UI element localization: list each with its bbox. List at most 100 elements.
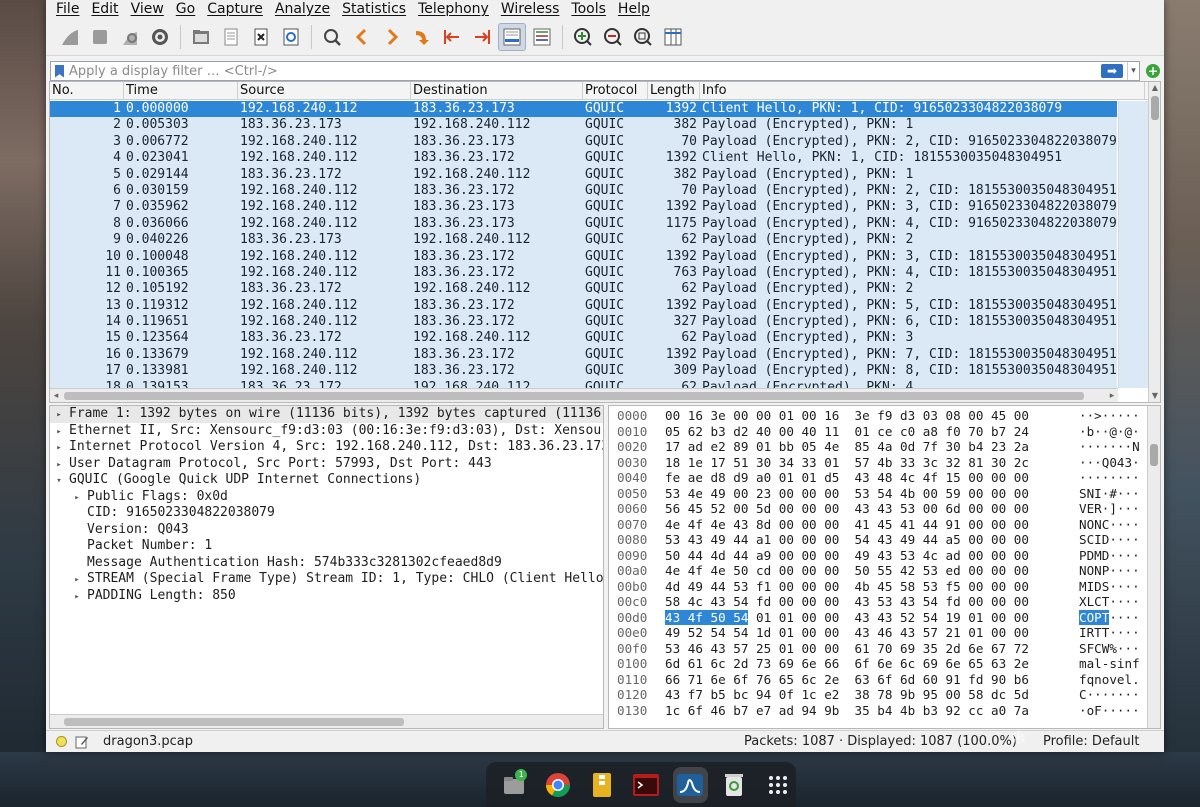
byte-hex[interactable]: 05 62 b3 d2 40 00 40 11 01 ce c0 a8 f0 7… (661, 424, 1079, 440)
forward-icon[interactable] (378, 23, 406, 51)
collapsed-arrow-icon[interactable]: ▸ (72, 589, 82, 606)
packet-row[interactable]: 17 0.133981 192.168.240.112 183.36.23.172 GQ… (50, 363, 1117, 380)
byte-ascii[interactable]: SCID···· (1079, 532, 1141, 548)
collapsed-arrow-icon[interactable]: ▸ (54, 407, 64, 424)
byte-ascii[interactable]: COPT···· (1079, 609, 1141, 626)
collapsed-arrow-icon[interactable]: ▸ (54, 440, 64, 457)
menu-go[interactable]: Go (176, 1, 195, 17)
display-filter-field[interactable]: ➡ ▾ (50, 61, 1140, 81)
packet-row[interactable]: 10 0.100048 192.168.240.112 183.36.23.172 GQ… (50, 248, 1117, 265)
byte-ascii[interactable]: ··>····· (1079, 408, 1141, 424)
menu-edit[interactable]: Edit (91, 1, 118, 17)
byte-ascii[interactable]: ·······N (1079, 439, 1141, 455)
byte-row[interactable]: 0010 05 62 b3 d2 40 00 40 11 01 ce c0 a8 … (609, 424, 1160, 440)
apply-filter-arrow-icon[interactable]: ➡ (1101, 64, 1123, 78)
filter-bookmark-icon[interactable] (55, 64, 64, 78)
detail-tree-item[interactable]: ▸ STREAM (Special Frame Type) Stream ID: … (50, 571, 603, 588)
byte-hex[interactable]: 1c 6f 46 b7 e7 ad 94 9b 35 b4 4b b3 92 c… (661, 703, 1079, 719)
detail-tree-item[interactable]: Version: Q043 (50, 522, 603, 539)
menu-telephony[interactable]: Telephony (418, 1, 489, 17)
menu-wireless[interactable]: Wireless (501, 1, 560, 17)
byte-hex[interactable]: 4e 4f 4e 43 8d 00 00 00 41 45 41 44 91 0… (661, 517, 1079, 533)
open-folder-icon[interactable] (187, 23, 215, 51)
archive-icon[interactable] (584, 767, 619, 803)
packet-row[interactable]: 8 0.036066 192.168.240.112 183.36.23.173 GQU… (50, 215, 1117, 233)
byte-hex[interactable]: fe ae d8 d9 a0 01 01 d5 43 48 4c 4f 15 0… (661, 470, 1079, 486)
detail-tree-item[interactable]: ▸ Ethernet II, Src: Xensourc_f9:d3:03 (00… (50, 423, 603, 440)
column-header-time[interactable]: Time (124, 82, 238, 100)
byte-row[interactable]: 00f0 53 46 43 57 25 01 00 00 61 70 69 35 … (609, 641, 1160, 657)
zoom-reset-icon[interactable] (629, 23, 657, 51)
byte-ascii[interactable]: NONP···· (1079, 563, 1141, 579)
byte-hex[interactable]: 53 46 43 57 25 01 00 00 61 70 69 35 2d 6… (661, 641, 1079, 657)
byte-hex[interactable]: 58 4c 43 54 fd 00 00 00 43 53 43 54 fd 0… (661, 594, 1079, 610)
detail-tree-item[interactable]: ▸ PADDING Length: 850 (50, 588, 603, 605)
details-horizontal-scrollbar[interactable] (50, 714, 603, 728)
last-packet-icon[interactable] (468, 23, 496, 51)
detail-tree-item[interactable]: Message Authentication Hash: 574b333c328… (50, 555, 603, 572)
byte-row[interactable]: 0040 fe ae d8 d9 a0 01 01 d5 43 48 4c 4f … (609, 470, 1160, 486)
byte-ascii[interactable]: MIDS···· (1079, 579, 1141, 595)
byte-row[interactable]: 00a0 4e 4f 4e 50 cd 00 00 00 50 55 42 53 … (609, 563, 1160, 579)
scroll-thumb[interactable] (1151, 96, 1159, 120)
menu-view[interactable]: View (131, 1, 164, 17)
byte-hex[interactable]: 00 16 3e 00 00 01 00 16 3e f9 d3 03 08 0… (661, 408, 1079, 424)
byte-hex[interactable]: 6d 61 6c 2d 73 69 6e 66 6f 6e 6c 69 6e 6… (661, 656, 1079, 672)
byte-ascii[interactable]: mal-sinf (1079, 656, 1141, 672)
expert-info-led-icon[interactable] (56, 736, 67, 747)
packet-row[interactable]: 14 0.119651 192.168.240.112 183.36.23.172 GQ… (50, 314, 1117, 331)
byte-row[interactable]: 0080 53 43 49 44 a1 00 00 00 54 43 49 44 … (609, 532, 1160, 548)
restart-icon[interactable] (116, 23, 144, 51)
packet-row[interactable]: 3 0.006772 192.168.240.112 183.36.23.173 GQU… (50, 133, 1117, 151)
packet-list-vertical-scrollbar[interactable]: ▲ ▼ (1148, 82, 1160, 402)
byte-hex[interactable]: 18 1e 17 51 30 34 33 01 57 4b 33 3c 32 8… (661, 455, 1079, 471)
terminal-icon[interactable] (628, 767, 663, 803)
scroll-up-arrow-icon[interactable]: ▲ (1149, 82, 1160, 94)
display-filter-input[interactable] (69, 63, 1101, 79)
autoscroll-icon[interactable] (498, 22, 526, 51)
first-packet-icon[interactable] (438, 23, 466, 51)
add-filter-button-icon[interactable]: + (1146, 64, 1160, 78)
scroll-left-arrow-icon[interactable]: ◂ (50, 389, 62, 402)
zoom-out-icon[interactable] (599, 23, 627, 51)
byte-row[interactable]: 0030 18 1e 17 51 30 34 33 01 57 4b 33 3c … (609, 455, 1160, 471)
menu-analyze[interactable]: Analyze (275, 1, 330, 17)
packet-row[interactable]: 13 0.119312 192.168.240.112 183.36.23.172 GQ… (50, 297, 1117, 315)
packet-row[interactable]: 9 0.040226 183.36.23.173 192.168.240.112 GQU… (50, 232, 1117, 249)
collapsed-arrow-icon[interactable]: ▸ (72, 490, 82, 507)
byte-hex[interactable]: 43 4f 50 54 01 01 00 00 43 43 52 54 19 0… (661, 609, 1079, 626)
byte-hex[interactable]: 17 ad e2 89 01 bb 05 4e 85 4a 0d 7f 30 b… (661, 439, 1079, 455)
byte-row[interactable]: 00e0 49 52 54 54 1d 01 00 00 43 46 43 57 … (609, 625, 1160, 641)
trash-icon[interactable] (717, 767, 752, 803)
byte-row[interactable]: 0050 53 4e 49 00 23 00 00 00 53 54 4b 00 … (609, 486, 1160, 502)
resize-columns-icon[interactable] (659, 23, 687, 51)
byte-row[interactable]: 00c0 58 4c 43 54 fd 00 00 00 43 53 43 54 … (609, 594, 1160, 610)
bytes-vertical-scrollbar[interactable] (1147, 406, 1160, 728)
byte-row[interactable]: 00d0 43 4f 50 54 01 01 00 00 43 43 52 54 … (609, 609, 1160, 626)
packet-row[interactable]: 5 0.029144 183.36.23.172 192.168.240.112 GQU… (50, 166, 1117, 183)
status-profile[interactable]: Profile: Default (1043, 734, 1139, 749)
byte-hex[interactable]: 50 44 4d 44 a9 00 00 00 49 43 53 4c ad 0… (661, 548, 1079, 564)
wireshark-icon[interactable] (672, 766, 708, 803)
scroll-thumb[interactable] (1150, 444, 1158, 466)
colorize-icon[interactable] (528, 23, 556, 51)
files-icon[interactable]: 1 (496, 767, 531, 803)
byte-row[interactable]: 0060 56 45 52 00 5d 00 00 00 43 43 53 00 … (609, 501, 1160, 517)
packet-list-horizontal-scrollbar[interactable]: ◂ ▸ (50, 388, 1118, 402)
byte-ascii[interactable]: ········ (1079, 470, 1141, 486)
byte-row[interactable]: 0020 17 ad e2 89 01 bb 05 4e 85 4a 0d 7f … (609, 439, 1160, 455)
byte-row[interactable]: 0100 6d 61 6c 2d 73 69 6e 66 6f 6e 6c 69 … (609, 656, 1160, 672)
collapsed-arrow-icon[interactable]: ▸ (54, 424, 64, 441)
expanded-arrow-icon[interactable]: ▾ (54, 473, 64, 490)
column-header-length[interactable]: Length (648, 82, 700, 100)
byte-hex[interactable]: 49 52 54 54 1d 01 00 00 43 46 43 57 21 0… (661, 625, 1079, 641)
file-icon[interactable] (217, 23, 245, 51)
packet-row[interactable]: 16 0.133679 192.168.240.112 183.36.23.172 GQ… (50, 346, 1117, 364)
byte-ascii[interactable]: ·b··@·@· (1079, 424, 1141, 440)
stop-icon[interactable] (86, 23, 114, 51)
byte-row[interactable]: 0120 43 f7 b5 bc 94 0f 1c e2 38 78 9b 95 … (609, 687, 1160, 703)
options-gear-icon[interactable] (146, 23, 174, 51)
detail-tree-item[interactable]: CID: 9165023304822038079 (50, 505, 603, 522)
byte-hex[interactable]: 66 71 6e 6f 76 65 6c 2e 63 6f 6d 60 91 f… (661, 672, 1079, 688)
menu-capture[interactable]: Capture (207, 1, 263, 17)
